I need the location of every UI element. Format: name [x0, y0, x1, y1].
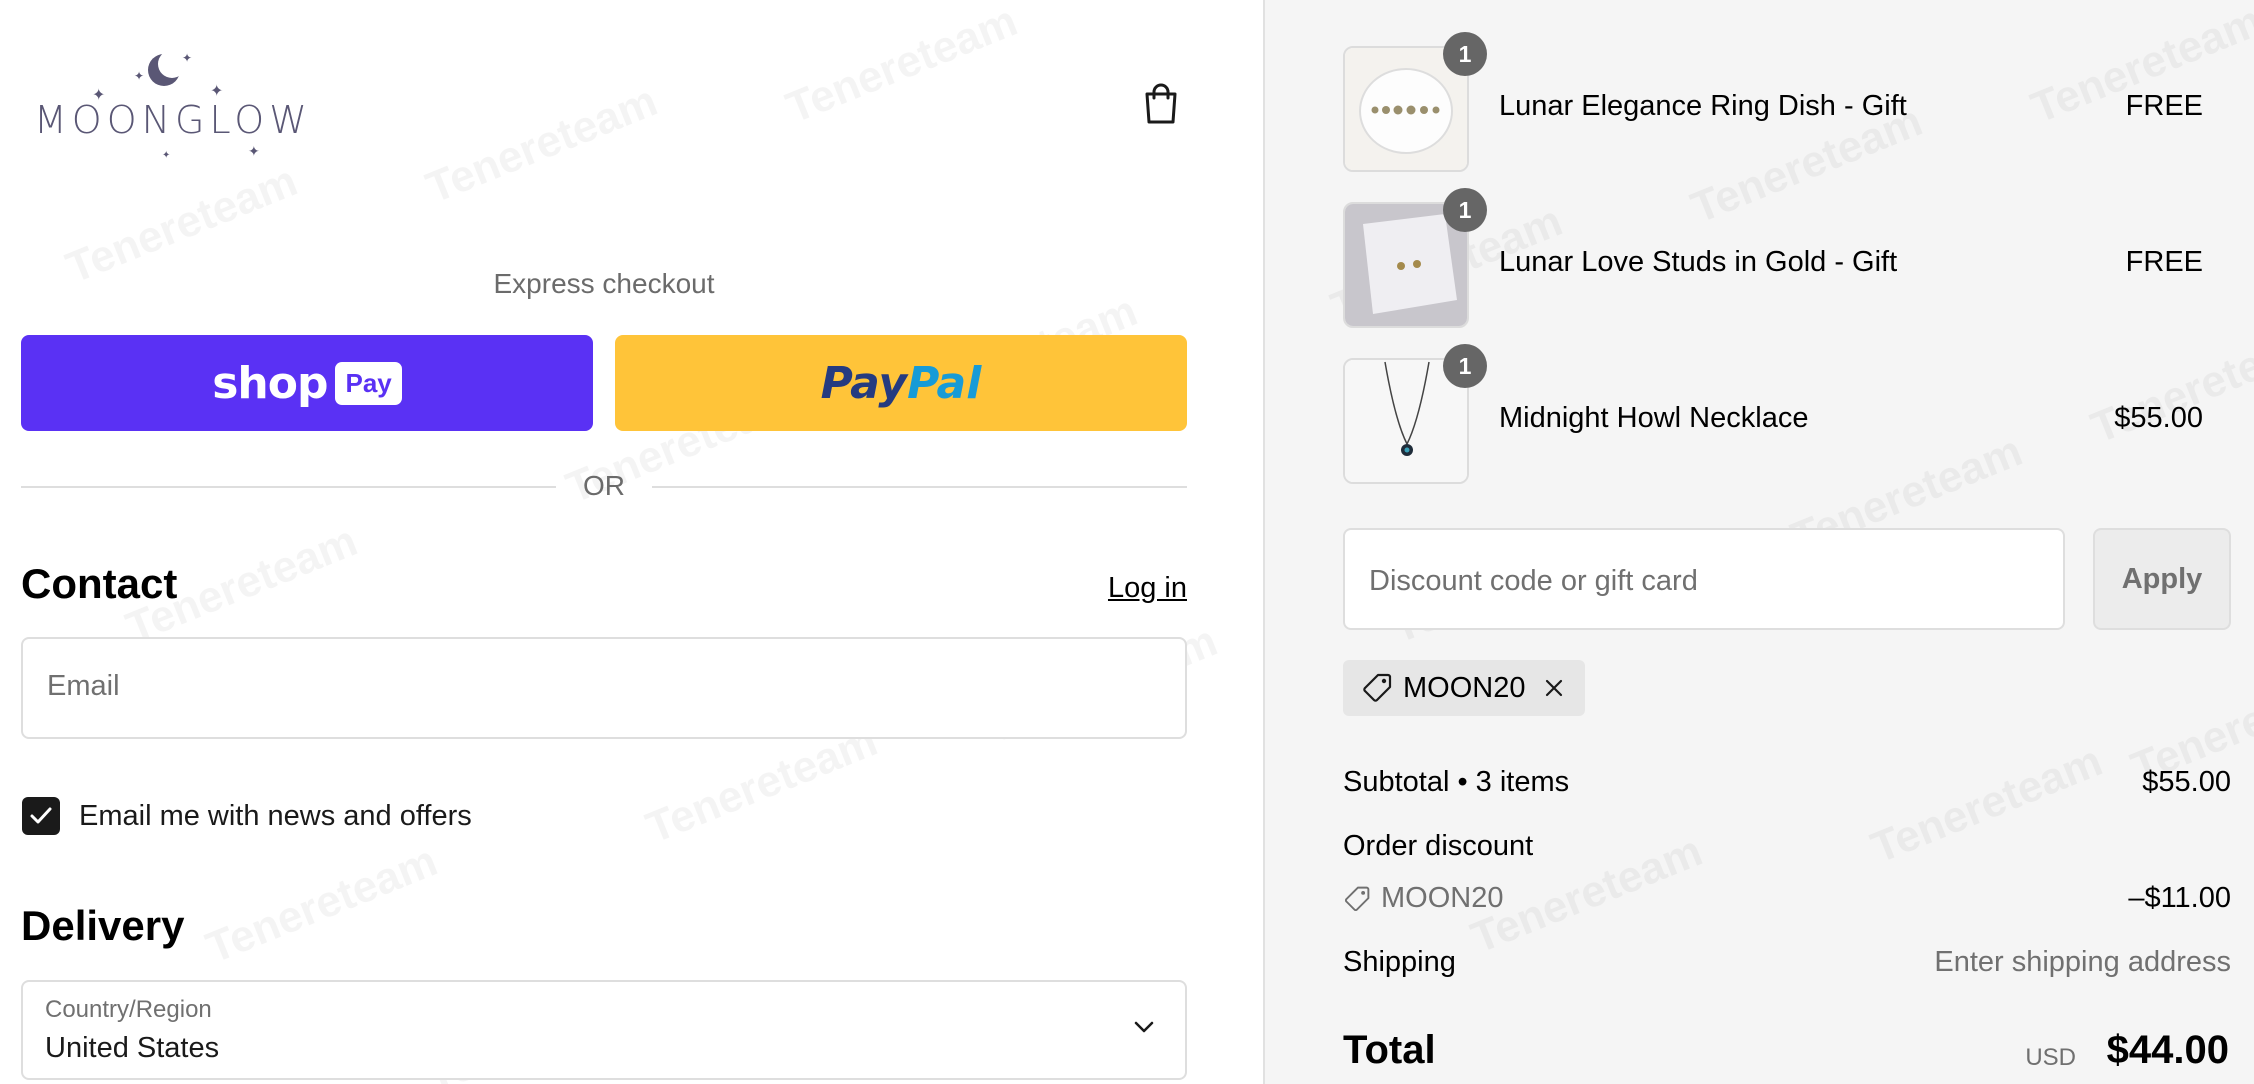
checkmark-icon: [30, 807, 52, 824]
cart-item: 1 Midnight Howl Necklace $55.00: [1343, 344, 2203, 488]
cart-item: 1 Lunar Love Studs in Gold - Gift FREE: [1343, 188, 2203, 332]
discount-code-label: MOON20: [1381, 882, 1504, 914]
svg-text:✦: ✦: [162, 150, 170, 161]
item-price: FREE: [2125, 90, 2203, 122]
total-value: $44.00: [2106, 1028, 2229, 1072]
express-checkout-label: Express checkout: [493, 268, 715, 299]
discount-value: –$11.00: [2128, 882, 2231, 914]
svg-text:✦: ✦: [134, 69, 144, 83]
item-name: Midnight Howl Necklace: [1499, 402, 1809, 434]
subtotal-value: $55.00: [2142, 766, 2231, 798]
quantity-badge: 1: [1443, 188, 1487, 232]
or-divider-text: OR: [583, 470, 625, 501]
applied-discount-tag: MOON20: [1343, 660, 1586, 716]
shipping-label: Shipping: [1343, 946, 1456, 978]
close-icon: [1546, 679, 1563, 697]
paypal-button[interactable]: Pay Pal: [615, 335, 1187, 431]
paypal-wordmark-pay: Pay: [820, 357, 908, 409]
logo-text: MOONGLOW: [34, 98, 312, 142]
shop-pay-button[interactable]: shop Pay: [21, 335, 593, 431]
total-currency: USD: [2025, 1044, 2076, 1071]
order-discount-row: Order discount: [1343, 830, 2231, 863]
chevron-down-icon: [1134, 1021, 1154, 1033]
country-select[interactable]: Country/Region United States: [21, 980, 1187, 1080]
discount-field[interactable]: [1343, 528, 2065, 630]
order-summary-panel: Tenereteam Tenereteam Tenereteam Teneret…: [1263, 0, 2254, 1084]
country-label: Country/Region: [45, 996, 212, 1023]
item-price: $55.00: [2114, 402, 2203, 434]
shipping-value: Enter shipping address: [1934, 946, 2231, 978]
subtotal-row: Subtotal • 3 items $55.00: [1343, 766, 2231, 799]
discount-code-row: MOON20 –$11.00: [1343, 882, 2231, 921]
subtotal-label: Subtotal • 3 items: [1343, 766, 1570, 798]
contact-heading: Contact: [21, 560, 178, 607]
shipping-row: Shipping Enter shipping address: [1343, 946, 2231, 979]
login-link[interactable]: Log in: [1108, 572, 1187, 605]
checkout-main-panel: Tenereteam Tenereteam Tenereteam Teneret…: [0, 0, 1263, 1084]
item-name: Lunar Love Studs in Gold - Gift: [1499, 246, 1898, 278]
applied-discount-code: MOON20: [1403, 671, 1526, 704]
newsletter-label: Email me with news and offers: [79, 800, 472, 832]
discount-input[interactable]: [1367, 564, 2031, 599]
order-discount-label: Order discount: [1343, 830, 1534, 862]
cart-item: 1 Lunar Elegance Ring Dish - Gift FREE: [1343, 32, 2203, 176]
svg-text:✦: ✦: [182, 51, 192, 65]
item-price: FREE: [2125, 246, 2203, 278]
delivery-heading: Delivery: [21, 902, 185, 949]
shopping-bag-icon[interactable]: [1143, 82, 1179, 124]
price-tag-icon: [1363, 673, 1392, 702]
remove-discount-button[interactable]: [1543, 677, 1565, 699]
shop-pay-wordmark: shop: [212, 357, 328, 409]
item-name: Lunar Elegance Ring Dish - Gift: [1499, 90, 1907, 122]
paypal-wordmark-pal: Pal: [907, 357, 982, 409]
shop-pay-pill: Pay: [335, 361, 402, 405]
apply-discount-button[interactable]: Apply: [2093, 528, 2231, 630]
email-input[interactable]: [45, 669, 1149, 704]
quantity-badge: 1: [1443, 344, 1487, 388]
moonglow-logo[interactable]: ✦ ✦ ✦ ✦ ✦ ✦ MOONGLOW: [34, 48, 314, 168]
quantity-badge: 1: [1443, 32, 1487, 76]
price-tag-icon: [1344, 886, 1370, 911]
newsletter-checkbox[interactable]: [22, 797, 60, 835]
country-value: United States: [45, 1032, 220, 1064]
svg-text:✦: ✦: [248, 143, 260, 159]
total-label: Total: [1343, 1028, 1436, 1072]
email-field[interactable]: [21, 637, 1187, 739]
